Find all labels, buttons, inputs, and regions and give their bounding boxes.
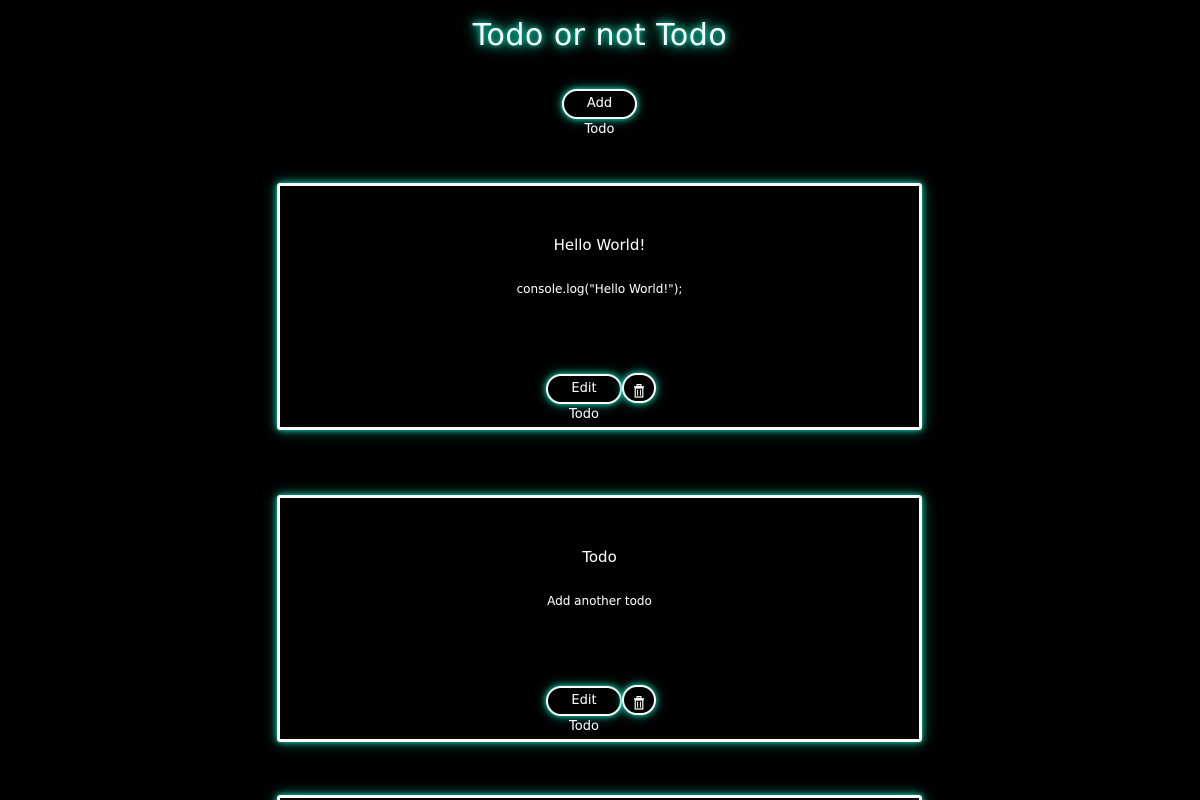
page-title: Todo or not Todo (472, 18, 728, 53)
add-todo-button[interactable]: Add Todo (562, 89, 637, 137)
todo-app: Todo or not Todo Add Todo Hello World! c… (0, 0, 1200, 800)
todo-title: Todo (582, 548, 617, 566)
todo-actions: Edit Todo (280, 685, 919, 734)
todo-actions: Edit Todo (280, 373, 919, 422)
todo-card: Todo Add another todo Edit Todo (277, 495, 922, 742)
todo-text: console.log("Hello World!"); (516, 282, 683, 296)
edit-todo-button[interactable]: Edit Todo (546, 374, 622, 422)
trash-icon (624, 696, 654, 710)
todo-text: Add another todo (547, 594, 652, 608)
todo-title: Hello World! (553, 236, 646, 254)
todo-card (277, 795, 922, 800)
delete-todo-button[interactable] (622, 373, 656, 403)
delete-todo-button[interactable] (622, 685, 656, 715)
todo-card: Hello World! console.log("Hello World!")… (277, 183, 922, 430)
edit-todo-button[interactable]: Edit Todo (546, 686, 622, 734)
trash-icon (624, 384, 654, 398)
